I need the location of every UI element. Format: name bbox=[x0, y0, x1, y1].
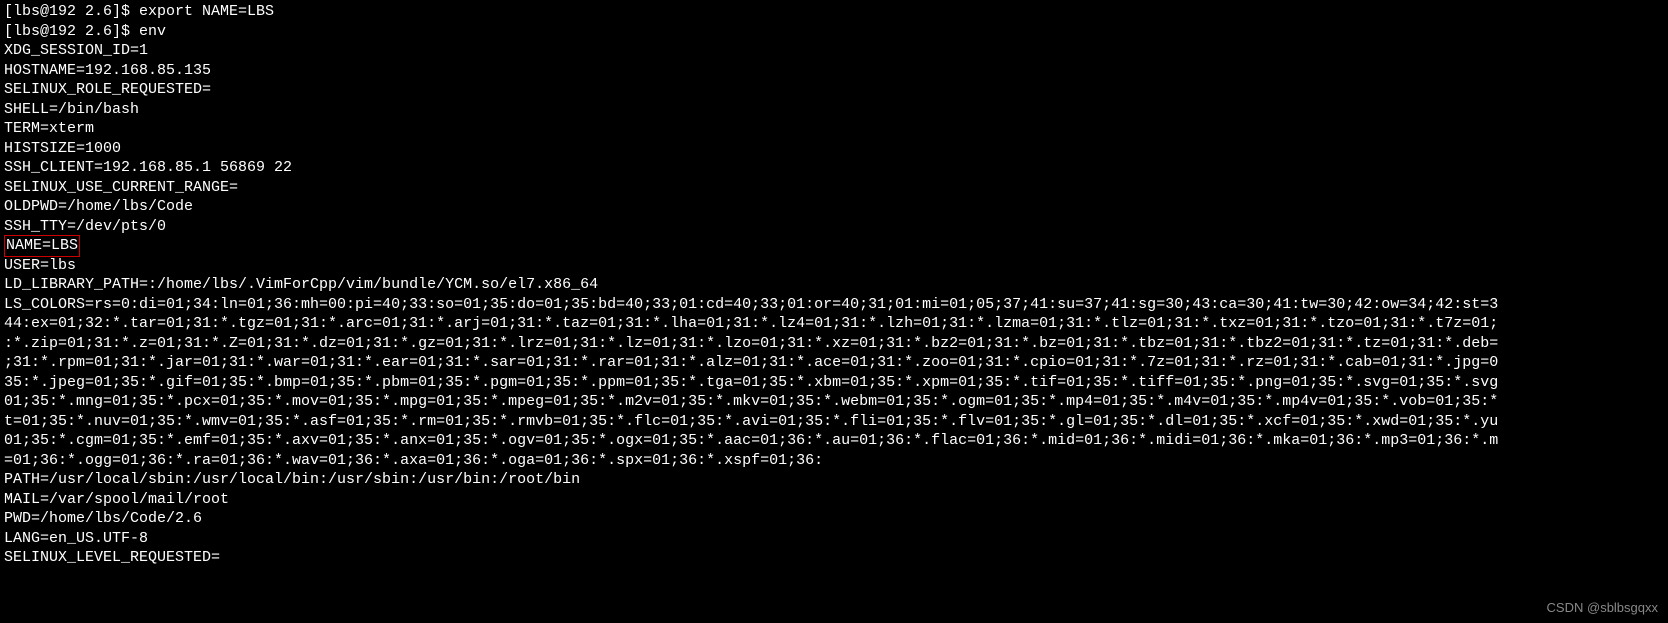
env-output-line: :*.zip=01;31:*.z=01;31:*.Z=01;31:*.dz=01… bbox=[4, 334, 1664, 354]
env-output-line: LANG=en_US.UTF-8 bbox=[4, 529, 1664, 549]
shell-prompt: [lbs@192 2.6]$ bbox=[4, 3, 139, 20]
env-output-line: 01;35:*.cgm=01;35:*.emf=01;35:*.axv=01;3… bbox=[4, 431, 1664, 451]
env-output-line: SSH_CLIENT=192.168.85.1 56869 22 bbox=[4, 158, 1664, 178]
env-output-line: PATH=/usr/local/sbin:/usr/local/bin:/usr… bbox=[4, 470, 1664, 490]
env-output-line: SSH_TTY=/dev/pts/0 bbox=[4, 217, 1664, 237]
env-output-line: 01;35:*.mng=01;35:*.pcx=01;35:*.mov=01;3… bbox=[4, 392, 1664, 412]
env-output-line: PWD=/home/lbs/Code/2.6 bbox=[4, 509, 1664, 529]
env-output-line: LS_COLORS=rs=0:di=01;34:ln=01;36:mh=00:p… bbox=[4, 295, 1664, 315]
env-output-line: 44:ex=01;32:*.tar=01;31:*.tgz=01;31:*.ar… bbox=[4, 314, 1664, 334]
env-output-line: XDG_SESSION_ID=1 bbox=[4, 41, 1664, 61]
watermark-text: CSDN @sblbsgqxx bbox=[1547, 600, 1658, 617]
env-output-line: t=01;35:*.nuv=01;35:*.wmv=01;35:*.asf=01… bbox=[4, 412, 1664, 432]
env-output-line: TERM=xterm bbox=[4, 119, 1664, 139]
env-output-line: SHELL=/bin/bash bbox=[4, 100, 1664, 120]
terminal-line-cmd1: [lbs@192 2.6]$ export NAME=LBS bbox=[4, 2, 1664, 22]
env-output-line: SELINUX_LEVEL_REQUESTED= bbox=[4, 548, 1664, 568]
env-output-line: =01;36:*.ogg=01;36:*.ra=01;36:*.wav=01;3… bbox=[4, 451, 1664, 471]
env-output-line: HISTSIZE=1000 bbox=[4, 139, 1664, 159]
env-output-line: ;31:*.rpm=01;31:*.jar=01;31:*.war=01;31:… bbox=[4, 353, 1664, 373]
highlighted-env-var: NAME=LBS bbox=[4, 235, 80, 257]
env-output-line: OLDPWD=/home/lbs/Code bbox=[4, 197, 1664, 217]
env-output-line: SELINUX_ROLE_REQUESTED= bbox=[4, 80, 1664, 100]
env-output-line: HOSTNAME=192.168.85.135 bbox=[4, 61, 1664, 81]
terminal-line-cmd2: [lbs@192 2.6]$ env bbox=[4, 22, 1664, 42]
env-output-line: SELINUX_USE_CURRENT_RANGE= bbox=[4, 178, 1664, 198]
env-output-line: LD_LIBRARY_PATH=:/home/lbs/.VimForCpp/vi… bbox=[4, 275, 1664, 295]
env-output-line: MAIL=/var/spool/mail/root bbox=[4, 490, 1664, 510]
env-output-line-highlighted: NAME=LBS bbox=[4, 236, 1664, 256]
shell-prompt: [lbs@192 2.6]$ bbox=[4, 23, 139, 40]
command-text: export NAME=LBS bbox=[139, 3, 274, 20]
env-output-line: USER=lbs bbox=[4, 256, 1664, 276]
command-text: env bbox=[139, 23, 166, 40]
env-output-line: 35:*.jpeg=01;35:*.gif=01;35:*.bmp=01;35:… bbox=[4, 373, 1664, 393]
